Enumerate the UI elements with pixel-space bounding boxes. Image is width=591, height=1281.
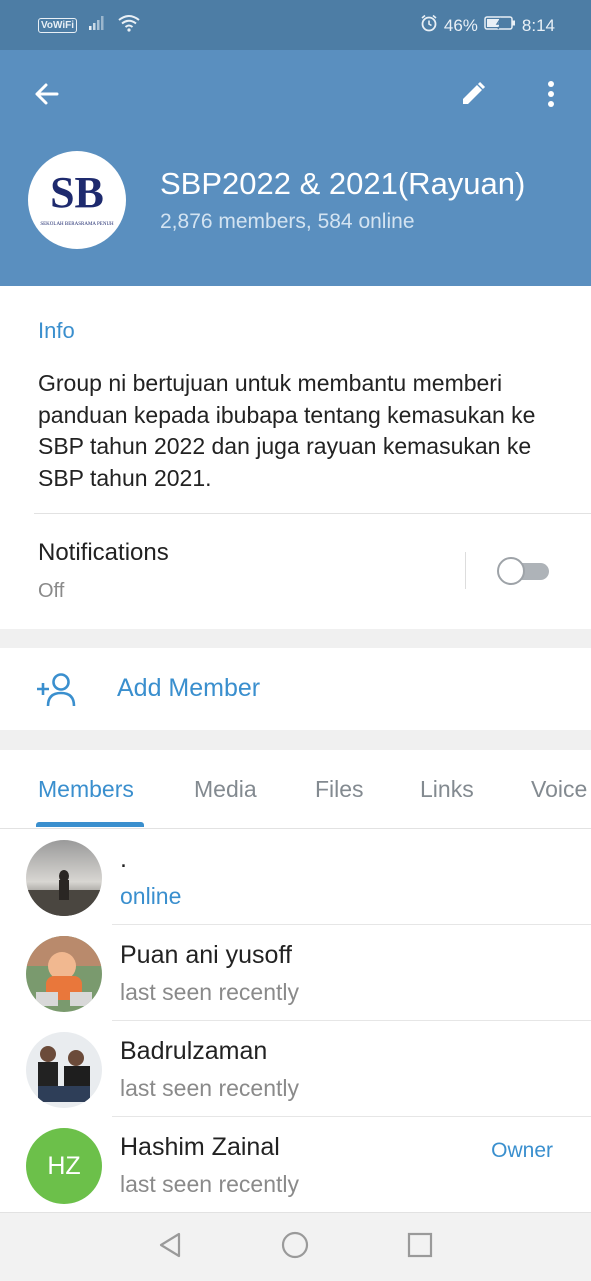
battery-icon (484, 15, 516, 36)
group-title: SBP2022 & 2021(Rayuan) (160, 166, 526, 201)
divider (34, 513, 591, 514)
wifi-icon (117, 14, 141, 37)
edit-button[interactable] (453, 76, 493, 116)
more-vertical-icon (547, 80, 555, 113)
tab-voice[interactable]: Voice (531, 776, 587, 803)
arrow-left-icon (32, 80, 60, 113)
system-navigation-bar (0, 1212, 591, 1281)
avatar (26, 840, 102, 916)
notifications-state: Off (38, 580, 65, 602)
member-status: last seen recently (120, 979, 299, 1005)
tab-links[interactable]: Links (420, 776, 474, 803)
status-bar: VoWiFi 46% 8:14 (0, 0, 591, 50)
nav-back-button[interactable] (152, 1229, 188, 1265)
add-user-icon (36, 672, 78, 713)
member-row[interactable]: Puan ani yusoff last seen recently (0, 925, 591, 1021)
group-description: Group ni bertujuan untuk membantu member… (38, 370, 536, 491)
nav-recents-button[interactable] (402, 1229, 438, 1265)
media-tabs: Members Media Files Links Voice (0, 750, 591, 828)
battery-percent: 46% (443, 15, 478, 35)
info-section-label: Info (38, 318, 75, 343)
nav-home-button[interactable] (277, 1229, 313, 1265)
pencil-icon (459, 80, 487, 113)
member-name: Puan ani yusoff (120, 941, 292, 969)
group-logo-caption: SEKOLAH BERASRAMA PENUH (40, 222, 114, 227)
group-member-count: 2,876 members, 584 online (160, 210, 415, 233)
more-options-button[interactable] (531, 76, 571, 116)
member-status: last seen recently (120, 1075, 299, 1101)
circle-home-icon (281, 1231, 309, 1264)
member-name: Badrulzaman (120, 1037, 268, 1065)
vowifi-indicator: VoWiFi (38, 18, 78, 33)
add-member-label: Add Member (117, 674, 261, 702)
triangle-back-icon (157, 1231, 183, 1264)
member-status: last seen recently (120, 1171, 299, 1197)
section-gap (0, 629, 591, 648)
member-name: Hashim Zainal (120, 1133, 280, 1161)
avatar (26, 1032, 102, 1108)
member-row[interactable]: . online (0, 829, 591, 925)
add-member-button[interactable] (0, 648, 591, 730)
group-avatar[interactable]: SB SEKOLAH BERASRAMA PENUH (28, 151, 126, 249)
active-tab-indicator (36, 822, 144, 827)
clock-time: 8:14 (521, 15, 555, 35)
member-row[interactable]: HZ Hashim Zainal last seen recently Owne… (0, 1117, 591, 1213)
avatar-initials: HZ (47, 1151, 81, 1180)
back-button[interactable] (26, 76, 66, 116)
notifications-title: Notifications (38, 539, 169, 566)
profile-header: SB SEKOLAH BERASRAMA PENUH SBP2022 & 202… (0, 50, 591, 286)
tab-members[interactable]: Members (38, 776, 134, 803)
group-logo-mark: SB (50, 168, 104, 217)
square-recents-icon (407, 1232, 433, 1263)
signal-icon (87, 15, 107, 36)
member-status: online (120, 883, 182, 909)
alarm-icon (420, 14, 438, 37)
divider (465, 552, 466, 589)
member-role-badge: Owner (491, 1139, 553, 1162)
avatar: HZ (26, 1128, 102, 1204)
tab-files[interactable]: Files (315, 776, 364, 803)
section-gap (0, 730, 591, 750)
member-name: . (120, 845, 127, 873)
tab-media[interactable]: Media (194, 776, 257, 803)
member-row[interactable]: Badrulzaman last seen recently (0, 1021, 591, 1117)
avatar (26, 936, 102, 1012)
notifications-toggle[interactable] (497, 557, 551, 585)
